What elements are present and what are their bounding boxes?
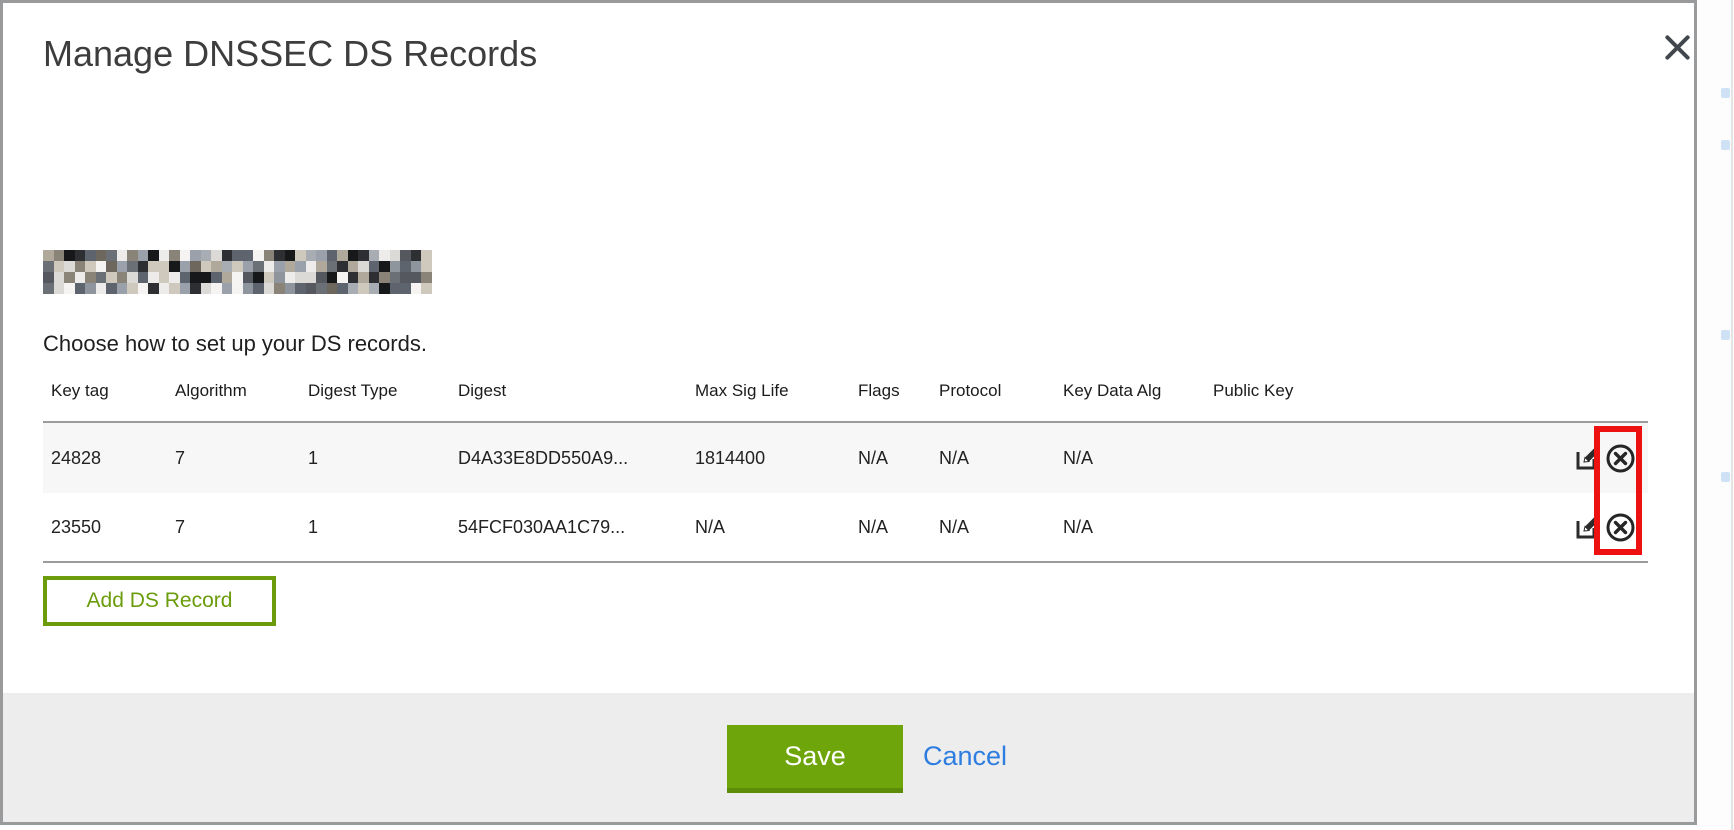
- instruction-text: Choose how to set up your DS records.: [43, 331, 427, 357]
- delete-record-icon[interactable]: [1605, 512, 1636, 543]
- dialog-title: Manage DNSSEC DS Records: [43, 33, 537, 75]
- cell-digest: 54FCF030AA1C79...: [450, 517, 687, 538]
- cell-protocol: N/A: [931, 517, 1055, 538]
- ds-records-table: Key tag Algorithm Digest Type Digest Max…: [43, 379, 1648, 563]
- close-x-glyph: [1664, 34, 1691, 61]
- cell-key-data-alg: N/A: [1055, 517, 1205, 538]
- cell-digest-type: 1: [300, 517, 450, 538]
- cancel-link[interactable]: Cancel: [923, 741, 1007, 772]
- table-header-row: Key tag Algorithm Digest Type Digest Max…: [43, 379, 1648, 423]
- row-actions: [1560, 493, 1648, 561]
- cell-flags: N/A: [850, 517, 931, 538]
- domain-name-redacted: [43, 250, 432, 294]
- circle-x-glyph: [1605, 443, 1636, 474]
- col-header-algorithm: Algorithm: [167, 379, 300, 401]
- pencil-square-glyph: [1574, 514, 1600, 540]
- delete-record-icon[interactable]: [1605, 443, 1636, 474]
- cell-digest: D4A33E8DD550A9...: [450, 448, 687, 469]
- background-artifact: [1721, 140, 1730, 150]
- col-header-max-sig-life: Max Sig Life: [687, 379, 850, 401]
- row-actions: [1560, 423, 1648, 493]
- cell-flags: N/A: [850, 448, 931, 469]
- col-header-digest-type: Digest Type: [300, 379, 450, 401]
- cell-key-data-alg: N/A: [1055, 448, 1205, 469]
- save-button[interactable]: Save: [727, 725, 903, 793]
- col-header-actions: [1560, 379, 1648, 381]
- background-edge: [1731, 0, 1733, 830]
- table-row: 23550 7 1 54FCF030AA1C79... N/A N/A N/A …: [43, 493, 1648, 563]
- col-header-flags: Flags: [850, 379, 931, 401]
- cell-algorithm: 7: [167, 517, 300, 538]
- edit-record-icon[interactable]: [1574, 445, 1600, 471]
- col-header-key-data-alg: Key Data Alg: [1055, 379, 1205, 401]
- cell-digest-type: 1: [300, 448, 450, 469]
- pencil-square-glyph: [1574, 445, 1600, 471]
- add-ds-record-button[interactable]: Add DS Record: [43, 576, 276, 626]
- table-row: 24828 7 1 D4A33E8DD550A9... 1814400 N/A …: [43, 423, 1648, 493]
- background-artifact: [1721, 330, 1730, 340]
- col-header-digest: Digest: [450, 379, 687, 401]
- cell-max-sig-life: 1814400: [687, 448, 850, 469]
- background-artifact: [1721, 88, 1730, 98]
- cell-max-sig-life: N/A: [687, 517, 850, 538]
- dialog-footer: Save Cancel: [3, 693, 1694, 822]
- cell-protocol: N/A: [931, 448, 1055, 469]
- cell-key-tag: 24828: [43, 448, 167, 469]
- edit-record-icon[interactable]: [1574, 514, 1600, 540]
- col-header-public-key: Public Key: [1205, 379, 1560, 401]
- cell-algorithm: 7: [167, 448, 300, 469]
- background-artifact: [1721, 472, 1730, 482]
- close-icon[interactable]: [1655, 25, 1699, 69]
- col-header-key-tag: Key tag: [43, 379, 167, 401]
- cell-key-tag: 23550: [43, 517, 167, 538]
- circle-x-glyph: [1605, 512, 1636, 543]
- manage-dnssec-dialog: Manage DNSSEC DS Records Choose how to s…: [0, 0, 1697, 825]
- col-header-protocol: Protocol: [931, 379, 1055, 401]
- page-background: [1697, 0, 1734, 830]
